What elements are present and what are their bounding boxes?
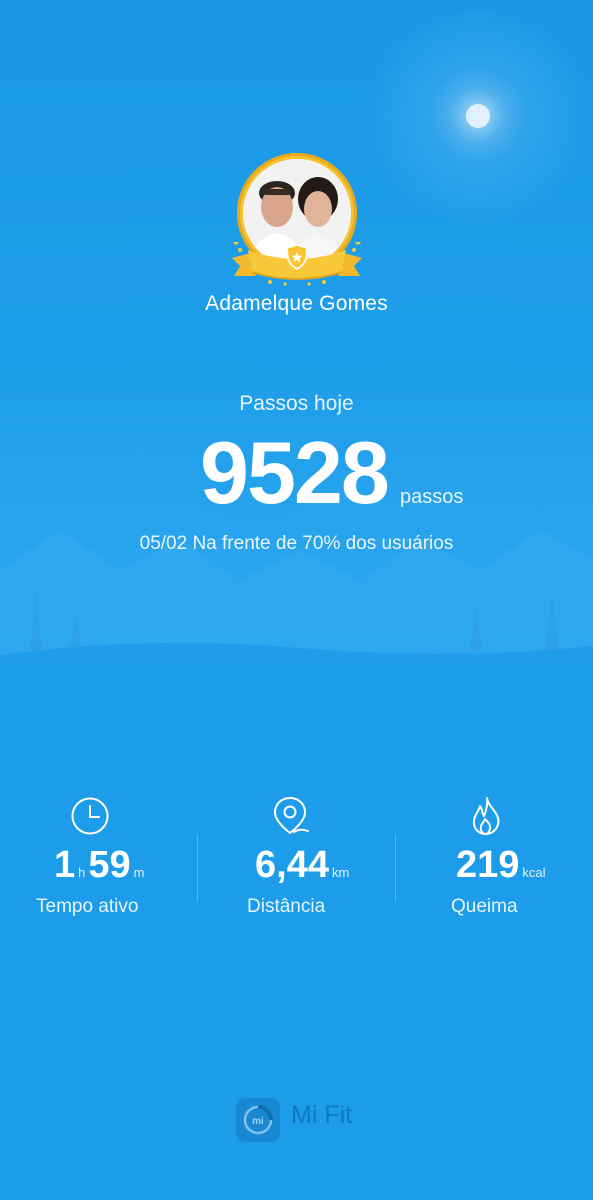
active-time-label: Tempo ativo: [36, 896, 139, 917]
flame-icon: [472, 797, 500, 835]
distance-unit: km: [331, 865, 350, 880]
clock-icon: [71, 797, 109, 835]
active-time-value: 1 h59 m: [54, 842, 148, 896]
calories-unit: kcal: [522, 865, 546, 880]
distance-value: 6,44 km: [255, 842, 352, 896]
app-name: Mi Fit: [291, 1101, 353, 1129]
profile-avatar[interactable]: [230, 150, 364, 290]
distance-label: Distância: [247, 896, 326, 917]
steps-rank-text: 05/02 Na frente de 70% dos usuários: [139, 533, 454, 554]
calories-number: 219: [456, 844, 520, 886]
active-time-hours: 1: [54, 844, 76, 886]
distance-number: 6,44: [255, 844, 329, 886]
active-time-minutes-unit: m: [133, 865, 145, 880]
user-name: Adamelque Gomes: [205, 292, 388, 315]
calories-label: Queima: [451, 896, 518, 917]
mi-fit-logo: mi: [236, 1098, 280, 1142]
steps-label: Passos hoje: [239, 392, 354, 415]
shield-badge-icon: [286, 244, 308, 270]
steps-unit: passos: [400, 486, 464, 508]
mi-logo-icon: mi: [243, 1105, 273, 1135]
active-time-minutes: 59: [88, 844, 131, 886]
active-time-hours-unit: h: [78, 865, 86, 880]
steps-count[interactable]: 9528: [200, 418, 390, 528]
calories-value: 219 kcal: [456, 842, 549, 896]
svg-text:mi: mi: [252, 1116, 264, 1127]
location-pin-icon: [273, 796, 309, 835]
sun-icon: [466, 104, 490, 128]
